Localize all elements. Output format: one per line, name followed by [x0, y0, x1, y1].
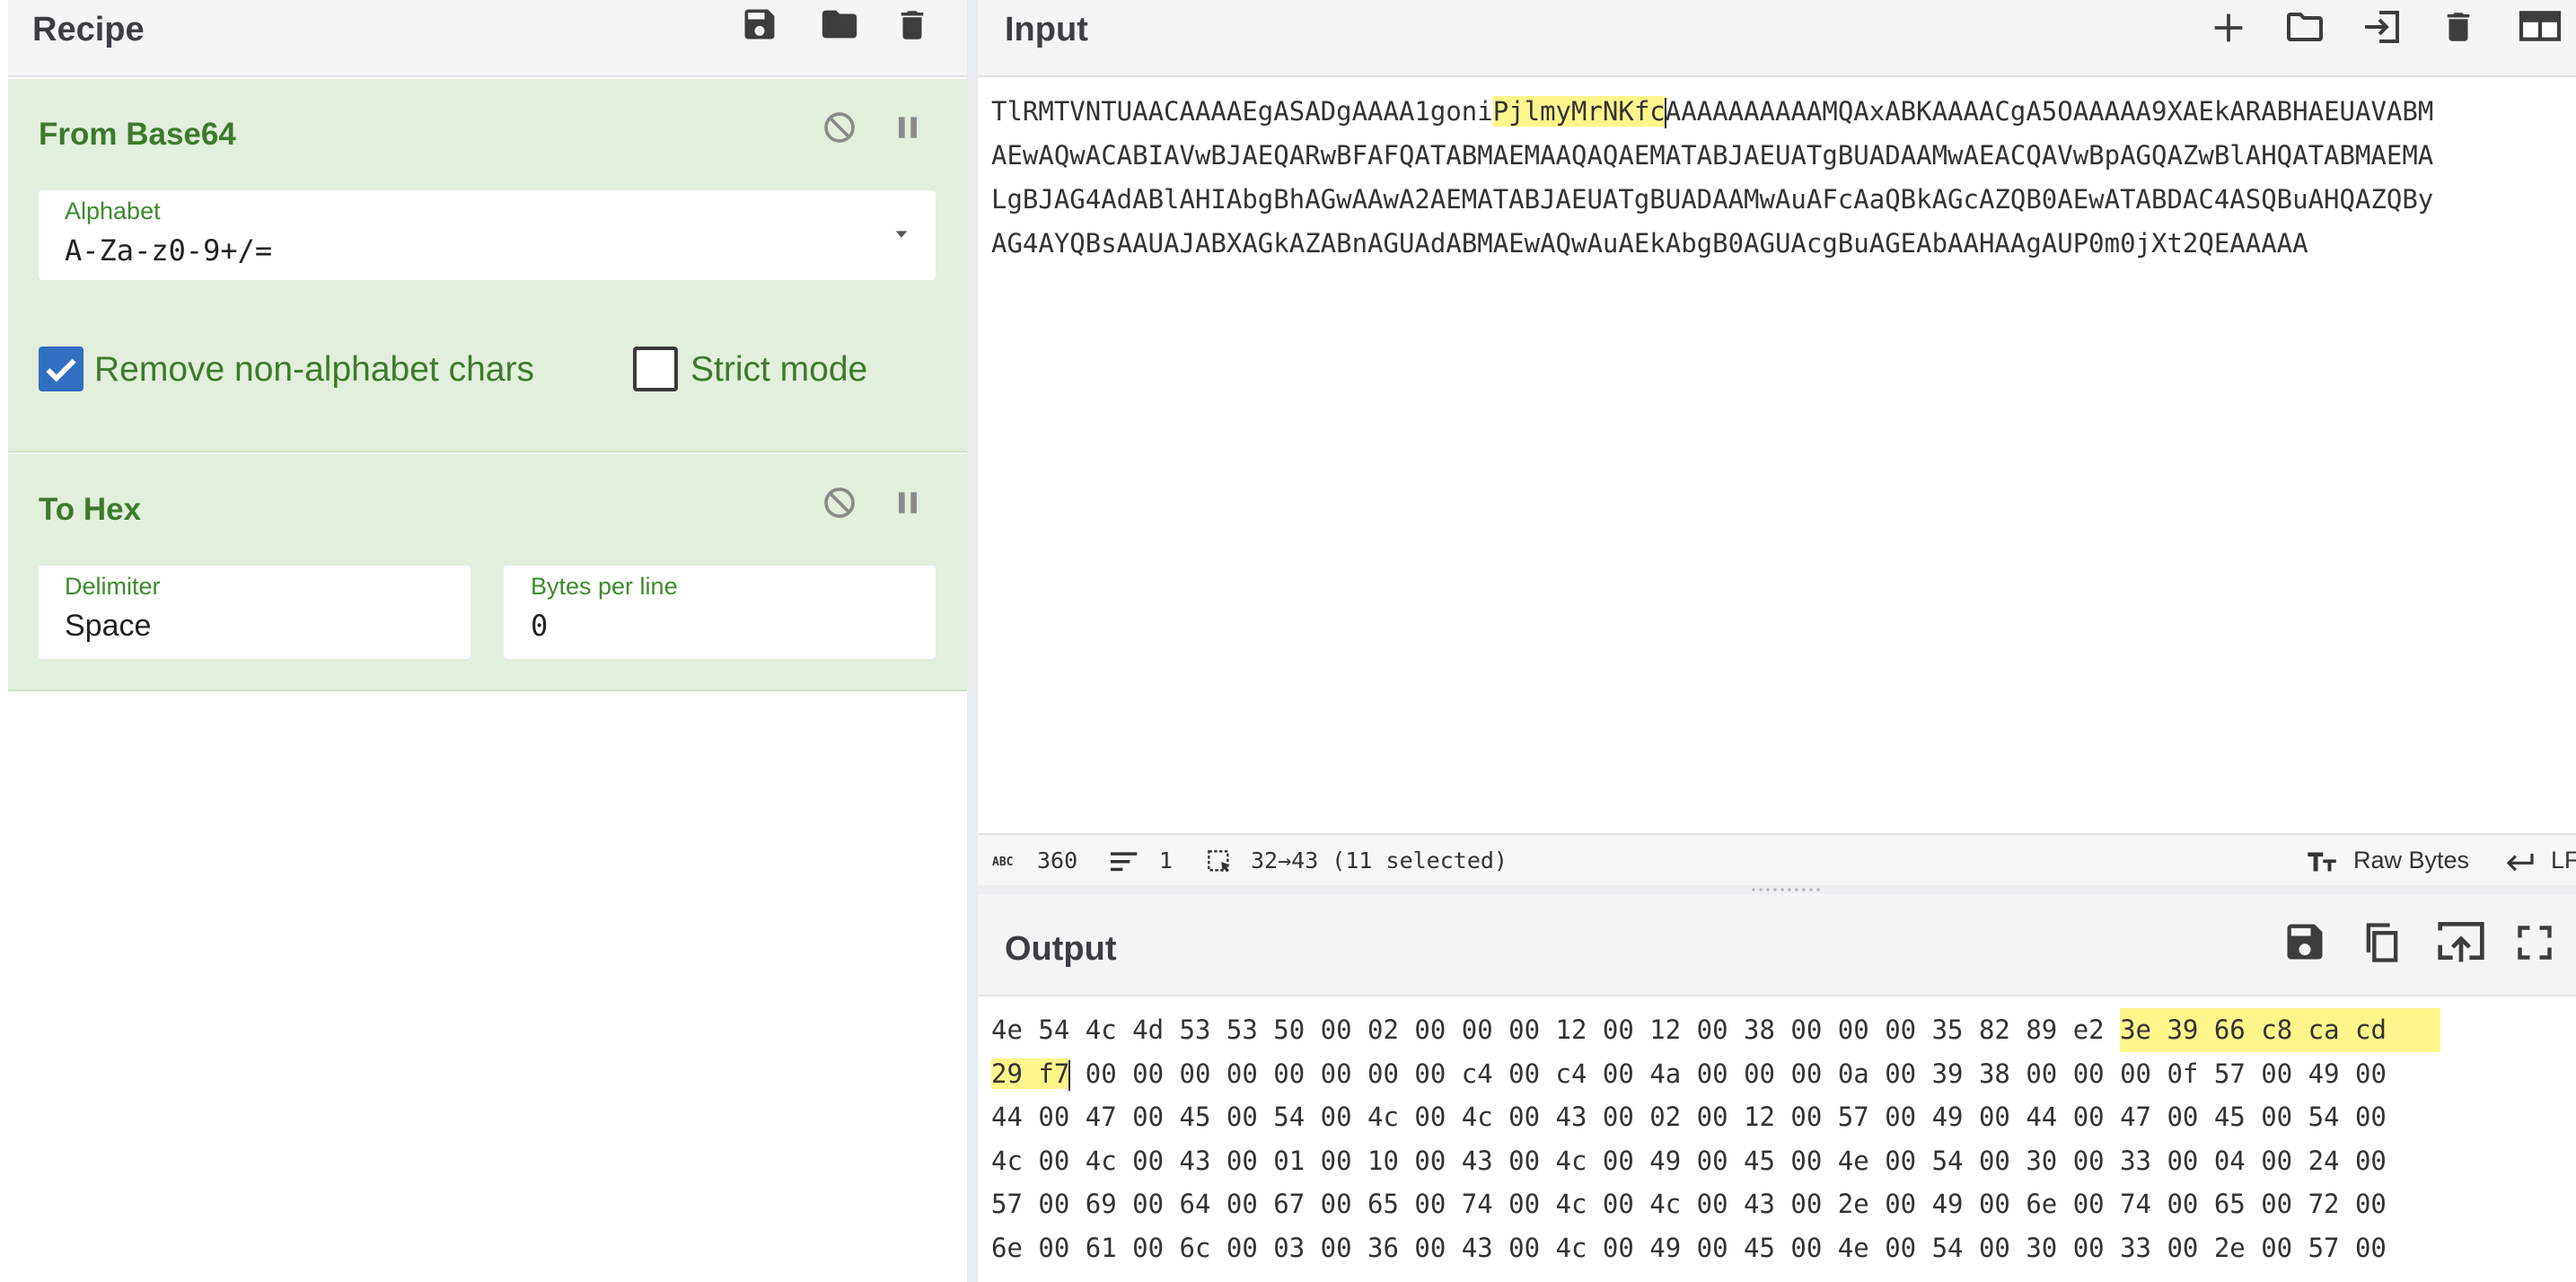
delimiter-label: Delimiter — [65, 573, 161, 600]
strict-mode-checkbox[interactable] — [633, 347, 678, 391]
output-line: 4c 00 4c 00 43 00 01 00 10 00 43 00 4c 0… — [991, 1145, 2387, 1176]
input-selection: PjlmyMrNKfc — [1492, 96, 1666, 127]
delimiter-value: Space — [65, 609, 152, 643]
pane-divider[interactable] — [967, 0, 978, 1282]
remove-non-alphabet-label[interactable]: Remove non-alphabet chars — [94, 350, 534, 390]
output-line: 4e 54 4c 4d 53 53 50 00 02 00 00 00 12 0… — [991, 1008, 2576, 1052]
output-pane: Output 4e 54 4c 4d 53 53 50 00 02 00 00 … — [978, 894, 2576, 1282]
output-textarea[interactable]: 4e 54 4c 4d 53 53 50 00 02 00 00 00 12 0… — [991, 1008, 2576, 1282]
disable-icon[interactable] — [822, 485, 857, 521]
input-selection-range: 32→43 (11 selected) — [1251, 847, 1508, 874]
abc-icon: ABC — [992, 854, 1019, 868]
input-length: 360 — [1037, 847, 1078, 874]
copy-icon[interactable] — [2359, 918, 2405, 968]
alphabet-select[interactable]: Alphabet A-Za-z0-9+/= — [39, 190, 936, 280]
operation-title: To Hex — [39, 492, 142, 527]
input-header: Input — [978, 0, 2576, 77]
operation-to-hex[interactable]: To Hex Delimiter Space Bytes per line 0 — [8, 454, 967, 691]
output-line: 57 00 69 00 64 00 67 00 65 00 74 00 4c 0… — [991, 1189, 2387, 1219]
selection-icon[interactable] — [1206, 849, 1233, 874]
output-header: Output — [978, 894, 2576, 997]
output-title: Output — [1005, 930, 1117, 968]
import-icon[interactable] — [2357, 5, 2409, 48]
input-pane: Input TlRMTVNTUAACAAAAEgASADgAAAA1goniPj… — [978, 0, 2576, 885]
trash-icon[interactable] — [893, 4, 931, 47]
output-line: 44 00 47 00 45 00 54 00 4c 00 4c 00 43 0… — [991, 1102, 2387, 1132]
alphabet-value: A-Za-z0-9+/= — [65, 233, 273, 268]
recipe-pane: Recipe From Base64 Alphabet A-Za-z0-9+/= — [8, 0, 967, 1282]
input-status-bar: ABC 360 1 32→43 (11 selected) Raw Bytes … — [978, 833, 2576, 885]
remove-non-alphabet-checkbox[interactable] — [39, 347, 84, 391]
lines-icon — [1111, 851, 1139, 873]
input-line-count: 1 — [1159, 847, 1174, 874]
trash-icon[interactable] — [2440, 5, 2477, 48]
bytes-per-line-value: 0 — [531, 609, 549, 643]
bytes-per-line-label: Bytes per line — [531, 573, 678, 600]
input-line: AEwAQwACABIAVwBJAEQARwBFAFQATABMAEMAAQAQ… — [991, 140, 2434, 171]
strict-mode-label[interactable]: Strict mode — [690, 350, 867, 390]
folder-icon[interactable] — [2281, 5, 2328, 48]
return-icon[interactable] — [2504, 850, 2536, 874]
pane-resize-handle[interactable] — [978, 885, 2576, 894]
layout-icon[interactable] — [2515, 7, 2565, 45]
input-title: Input — [1005, 11, 1088, 48]
bytes-per-line-input[interactable]: Bytes per line 0 — [504, 566, 936, 659]
folder-icon[interactable] — [816, 4, 863, 45]
output-line: 6e 00 61 00 6c 00 03 00 36 00 43 00 4c 0… — [991, 1232, 2387, 1263]
svg-text:ABC: ABC — [992, 856, 1013, 868]
input-line: TlRMTVNTUAACAAAAEgASADgAAAA1goniPjlmyMrN… — [991, 96, 2434, 128]
output-selection: 29 f7 — [991, 1058, 1070, 1089]
alphabet-label: Alphabet — [65, 198, 161, 224]
input-line: AG4AYQBsAAUAJABXAGkAZABnAGUAdABMAEwAQwAu… — [991, 228, 2308, 259]
input-eol[interactable]: LF — [2551, 847, 2576, 874]
input-line: LgBJAG4AdABlAHIAbgBhAGwAAwA2AEMATABJAEUA… — [991, 184, 2434, 215]
recipe-header: Recipe — [8, 0, 967, 77]
operation-title: From Base64 — [39, 117, 236, 152]
maximize-icon[interactable] — [2515, 923, 2554, 962]
save-icon[interactable] — [2281, 918, 2328, 966]
chevron-down-icon[interactable] — [890, 224, 913, 244]
plus-icon[interactable] — [2208, 7, 2249, 48]
pause-icon[interactable] — [890, 485, 926, 521]
recipe-title: Recipe — [32, 11, 145, 48]
replace-input-icon[interactable] — [2436, 918, 2486, 964]
output-selection: 3e 39 66 c8 ca cd — [2120, 1008, 2440, 1052]
delimiter-select[interactable]: Delimiter Space — [39, 566, 470, 659]
disable-icon[interactable] — [822, 110, 857, 145]
output-line: 29 f7 00 00 00 00 00 00 00 00 c4 00 c4 0… — [991, 1058, 2387, 1091]
input-textarea[interactable]: TlRMTVNTUAACAAAAEgASADgAAAA1goniPjlmyMrN… — [991, 90, 2576, 862]
save-icon[interactable] — [740, 4, 779, 45]
operation-from-base64[interactable]: From Base64 Alphabet A-Za-z0-9+/= Remove… — [8, 79, 967, 452]
text-size-icon[interactable] — [2307, 849, 2337, 874]
pause-icon[interactable] — [890, 110, 926, 145]
input-encoding[interactable]: Raw Bytes — [2353, 847, 2469, 874]
